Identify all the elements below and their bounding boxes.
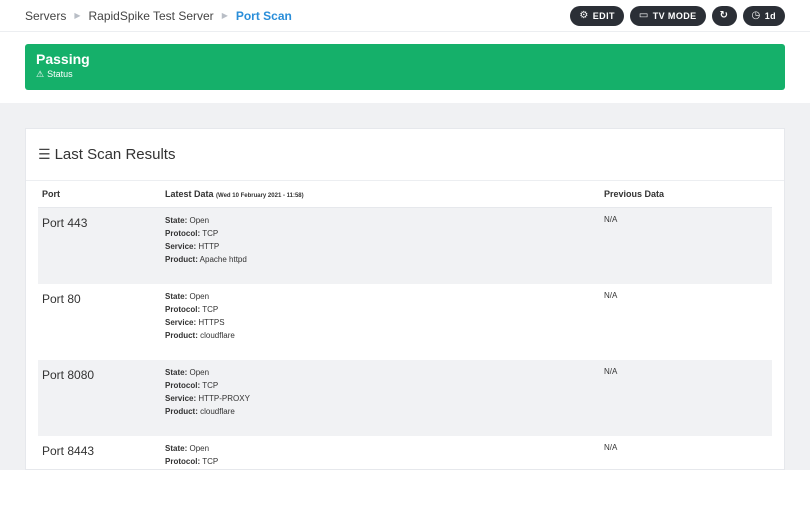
- protocol-value: TCP: [202, 457, 219, 466]
- warning-icon: ⚠: [36, 69, 45, 79]
- protocol-value: TCP: [202, 229, 219, 238]
- state-value: Open: [189, 444, 210, 453]
- table-row: Port 8080 State: Open Protocol: TCP Serv…: [38, 360, 772, 436]
- state-value: Open: [189, 292, 210, 301]
- port-cell: Port 443: [42, 216, 88, 230]
- breadcrumb-current: Port Scan: [235, 8, 292, 23]
- gear-icon: ⚙: [579, 10, 589, 21]
- status-banner: Passing ⚠ Status: [25, 44, 785, 90]
- refresh-icon: ↻: [719, 10, 729, 21]
- table-header: Port Latest Data (Wed 10 February 2021 -…: [38, 181, 772, 208]
- breadcrumb: Servers ▶ RapidSpike Test Server ▶ Port …: [25, 9, 292, 23]
- top-bar: Servers ▶ RapidSpike Test Server ▶ Port …: [0, 0, 810, 32]
- state-label: State:: [165, 216, 188, 225]
- status-subtitle: Status: [47, 69, 73, 79]
- header-latest-date: (Wed 10 February 2021 - 11:58): [216, 193, 304, 199]
- port-cell: Port 80: [42, 292, 81, 306]
- breadcrumb-server[interactable]: RapidSpike Test Server: [89, 9, 214, 23]
- latest-data-cell: State: Open Protocol: TCP: [165, 442, 604, 512]
- main-content: ☰ Last Scan Results Port Latest Data (We…: [0, 103, 810, 470]
- time-range-label: 1d: [764, 10, 776, 21]
- protocol-value: TCP: [202, 305, 219, 314]
- product-value: cloudflare: [200, 407, 235, 416]
- service-label: Service:: [165, 394, 197, 403]
- clock-icon: ◷: [751, 10, 761, 21]
- card-header: ☰ Last Scan Results: [26, 129, 784, 181]
- header-port: Port: [42, 189, 60, 199]
- header-latest-label: Latest Data: [165, 189, 214, 199]
- product-label: Product:: [165, 331, 198, 340]
- table-row: Port 443 State: Open Protocol: TCP Servi…: [38, 208, 772, 284]
- product-value: cloudflare: [200, 331, 235, 340]
- state-value: Open: [189, 216, 210, 225]
- previous-data-cell: N/A: [604, 443, 618, 452]
- chevron-right-icon: ▶: [221, 11, 228, 20]
- header-previous: Previous Data: [604, 189, 665, 199]
- protocol-label: Protocol:: [165, 457, 201, 466]
- previous-data-cell: N/A: [604, 291, 618, 300]
- product-label: Product:: [165, 407, 198, 416]
- state-label: State:: [165, 444, 188, 453]
- status-title: Passing: [36, 51, 90, 67]
- protocol-value: TCP: [202, 381, 219, 390]
- list-icon: ☰: [38, 146, 51, 162]
- state-label: State:: [165, 292, 188, 301]
- breadcrumb-servers[interactable]: Servers: [25, 9, 66, 23]
- edit-button[interactable]: ⚙ EDIT: [570, 5, 624, 26]
- product-label: Product:: [165, 255, 198, 264]
- protocol-label: Protocol:: [165, 229, 201, 238]
- refresh-button[interactable]: ↻: [711, 5, 737, 26]
- scan-results-card: ☰ Last Scan Results Port Latest Data (We…: [25, 128, 785, 470]
- tv-mode-label: TV MODE: [652, 10, 697, 21]
- tv-mode-button[interactable]: ▭ TV MODE: [629, 5, 706, 26]
- tv-icon: ▭: [638, 10, 649, 21]
- protocol-label: Protocol:: [165, 381, 201, 390]
- service-label: Service:: [165, 318, 197, 327]
- service-value: HTTPS: [198, 318, 225, 327]
- service-value: HTTP-PROXY: [198, 394, 250, 403]
- service-value: HTTP: [198, 242, 220, 251]
- state-value: Open: [189, 368, 210, 377]
- latest-data-cell: State: Open Protocol: TCP Service: HTTP-…: [165, 366, 604, 436]
- header-latest: Latest Data (Wed 10 February 2021 - 11:5…: [165, 189, 604, 199]
- latest-data-cell: State: Open Protocol: TCP Service: HTTPS…: [165, 290, 604, 360]
- protocol-label: Protocol:: [165, 305, 201, 314]
- previous-data-cell: N/A: [604, 215, 618, 224]
- table-row: Port 80 State: Open Protocol: TCP Servic…: [38, 284, 772, 360]
- status-banner-wrap: Passing ⚠ Status: [0, 32, 810, 102]
- port-cell: Port 8443: [42, 444, 95, 458]
- time-range-button[interactable]: ◷ 1d: [742, 5, 785, 26]
- edit-label: EDIT: [592, 10, 615, 21]
- product-value: Apache httpd: [199, 255, 247, 264]
- latest-data-cell: State: Open Protocol: TCP Service: HTTP …: [165, 214, 604, 284]
- state-label: State:: [165, 368, 188, 377]
- port-cell: Port 8080: [42, 368, 95, 382]
- card-title: Last Scan Results: [54, 146, 176, 163]
- chevron-right-icon: ▶: [74, 11, 81, 20]
- table-row: Port 8443 State: Open Protocol: TCP N/A: [38, 436, 772, 512]
- previous-data-cell: N/A: [604, 367, 618, 376]
- scan-results-table: Port Latest Data (Wed 10 February 2021 -…: [26, 181, 784, 512]
- toolbar: ⚙ EDIT ▭ TV MODE ↻ ◷ 1d: [570, 5, 785, 26]
- status-subtitle-row: ⚠ Status: [36, 68, 774, 80]
- service-label: Service:: [165, 242, 197, 251]
